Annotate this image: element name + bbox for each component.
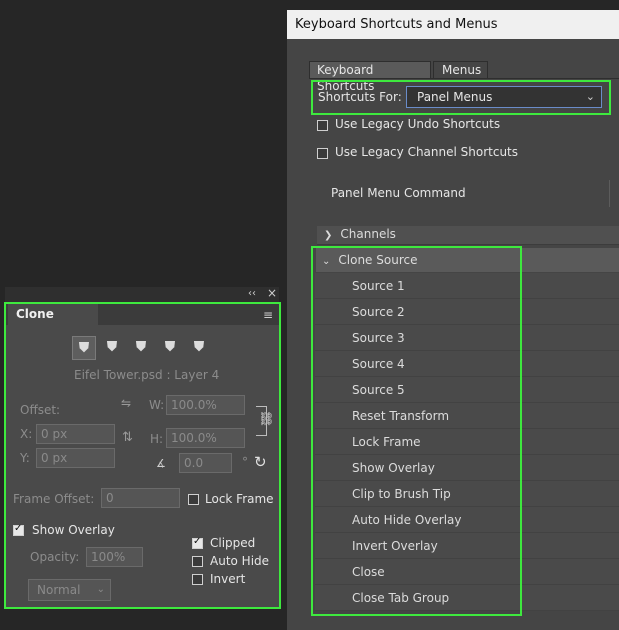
chevron-down-icon: ⌄: [585, 90, 595, 103]
column-divider[interactable]: [609, 180, 610, 207]
shortcuts-for-select[interactable]: Panel Menus ⌄: [406, 86, 602, 108]
shortcuts-for-label: Shortcuts For:: [318, 90, 402, 104]
legacy-undo-label: Use Legacy Undo Shortcuts: [335, 117, 501, 131]
legacy-undo-checkbox[interactable]: [317, 120, 328, 131]
close-icon[interactable]: ×: [267, 286, 277, 300]
dialog-title: Keyboard Shortcuts and Menus: [287, 10, 619, 39]
panel-title-bar: [5, 287, 279, 303]
column-header-panel-menu-command[interactable]: Panel Menu Command: [331, 186, 466, 200]
tab-menus[interactable]: Menus: [433, 61, 488, 78]
group-label-channels: Channels: [340, 227, 396, 241]
highlight-box-clone-source-panel: [4, 302, 281, 609]
shortcuts-for-value: Panel Menus: [417, 90, 493, 104]
tab-keyboard-shortcuts[interactable]: Keyboard Shortcuts: [309, 61, 431, 93]
collapse-icon[interactable]: ‹‹: [248, 288, 256, 299]
legacy-channel-label: Use Legacy Channel Shortcuts: [335, 145, 519, 159]
highlight-box-clone-source: [311, 246, 522, 616]
legacy-channel-checkbox[interactable]: [317, 148, 328, 159]
chevron-right-icon: ❯: [324, 230, 333, 241]
group-row-channels[interactable]: ❯ Channels: [317, 226, 619, 245]
